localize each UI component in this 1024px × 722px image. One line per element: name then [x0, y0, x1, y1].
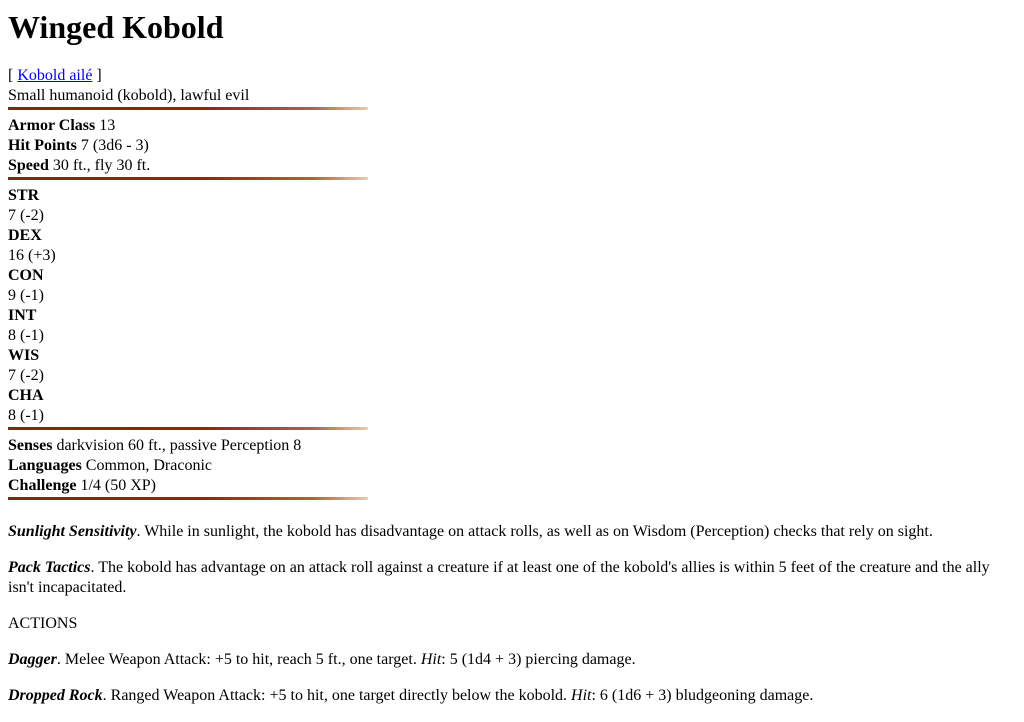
ability-name-con: CON [8, 267, 44, 284]
speed-label: Speed [8, 157, 49, 174]
action-name: Dagger [8, 651, 57, 668]
action-dropped-rock: Dropped Rock. Ranged Weapon Attack: +5 t… [8, 686, 1016, 706]
creature-type-line: Small humanoid (kobold), lawful evil [8, 87, 250, 104]
trait-pack-tactics: Pack Tactics. The kobold has advantage o… [8, 558, 1016, 598]
action-text-after: : 6 (1d6 + 3) bludgeoning damage. [591, 687, 814, 704]
ability-value-cha: 8 (-1) [8, 407, 44, 424]
hit-points-label: Hit Points [8, 137, 77, 154]
section-divider [8, 426, 368, 436]
section-divider [8, 176, 368, 186]
hit-label: Hit [420, 651, 442, 668]
hit-points-value: 7 (3d6 - 3) [76, 137, 149, 154]
action-text-after: : 5 (1d4 + 3) piercing damage. [441, 651, 636, 668]
action-dagger: Dagger. Melee Weapon Attack: +5 to hit, … [8, 650, 1016, 670]
ability-value-str: 7 (-2) [8, 207, 44, 224]
bracket-open: [ [8, 67, 18, 84]
section-divider [8, 106, 368, 116]
stat-block-page: Winged Kobold [ Kobold ailé ] Small huma… [0, 0, 1024, 706]
action-text-before: . Ranged Weapon Attack: +5 to hit, one t… [102, 687, 572, 704]
armor-class-label: Armor Class [8, 117, 96, 134]
ability-value-wis: 7 (-2) [8, 367, 44, 384]
armor-class-line: Armor Class 13 [8, 116, 1016, 136]
trait-text: . The kobold has advantage on an attack … [8, 559, 990, 596]
languages-label: Languages [8, 457, 82, 474]
trait-text: . While in sunlight, the kobold has disa… [136, 523, 933, 540]
ability-scores: STR 7 (-2) DEX 16 (+3) CON 9 (-1) INT 8 … [8, 186, 1016, 426]
armor-class-value: 13 [95, 117, 116, 134]
ability-name-cha: CHA [8, 387, 44, 404]
trait-name: Sunlight Sensitivity [8, 523, 137, 540]
page-title: Winged Kobold [8, 9, 224, 45]
actions-heading: ACTIONS [8, 615, 78, 632]
languages-value: Common, Draconic [81, 457, 212, 474]
alt-name-line: [ Kobold ailé ] [8, 66, 1016, 86]
ability-name-int: INT [8, 307, 37, 324]
senses-label: Senses [8, 437, 53, 454]
speed-line: Speed 30 ft., fly 30 ft. [8, 156, 1016, 176]
speed-value: 30 ft., fly 30 ft. [48, 157, 151, 174]
action-name: Dropped Rock [8, 687, 103, 704]
hit-label: Hit [571, 687, 592, 704]
ability-value-con: 9 (-1) [8, 287, 44, 304]
ability-name-str: STR [8, 187, 40, 204]
action-text-before: . Melee Weapon Attack: +5 to hit, reach … [56, 651, 421, 668]
challenge-line: Challenge 1/4 (50 XP) [8, 476, 1016, 496]
ability-name-dex: DEX [8, 227, 42, 244]
trait-name: Pack Tactics [8, 559, 91, 576]
bracket-close: ] [92, 67, 102, 84]
trait-sunlight-sensitivity: Sunlight Sensitivity. While in sunlight,… [8, 522, 1016, 542]
challenge-label: Challenge [8, 477, 77, 494]
ability-name-wis: WIS [8, 347, 40, 364]
senses-value: darkvision 60 ft., passive Perception 8 [52, 437, 302, 454]
challenge-value: 1/4 (50 XP) [76, 477, 157, 494]
alt-name-link[interactable]: Kobold ailé [17, 67, 92, 84]
section-divider [8, 496, 368, 506]
senses-line: Senses darkvision 60 ft., passive Percep… [8, 436, 1016, 456]
hit-points-line: Hit Points 7 (3d6 - 3) [8, 136, 1016, 156]
ability-value-int: 8 (-1) [8, 327, 44, 344]
ability-value-dex: 16 (+3) [8, 247, 56, 264]
languages-line: Languages Common, Draconic [8, 456, 1016, 476]
